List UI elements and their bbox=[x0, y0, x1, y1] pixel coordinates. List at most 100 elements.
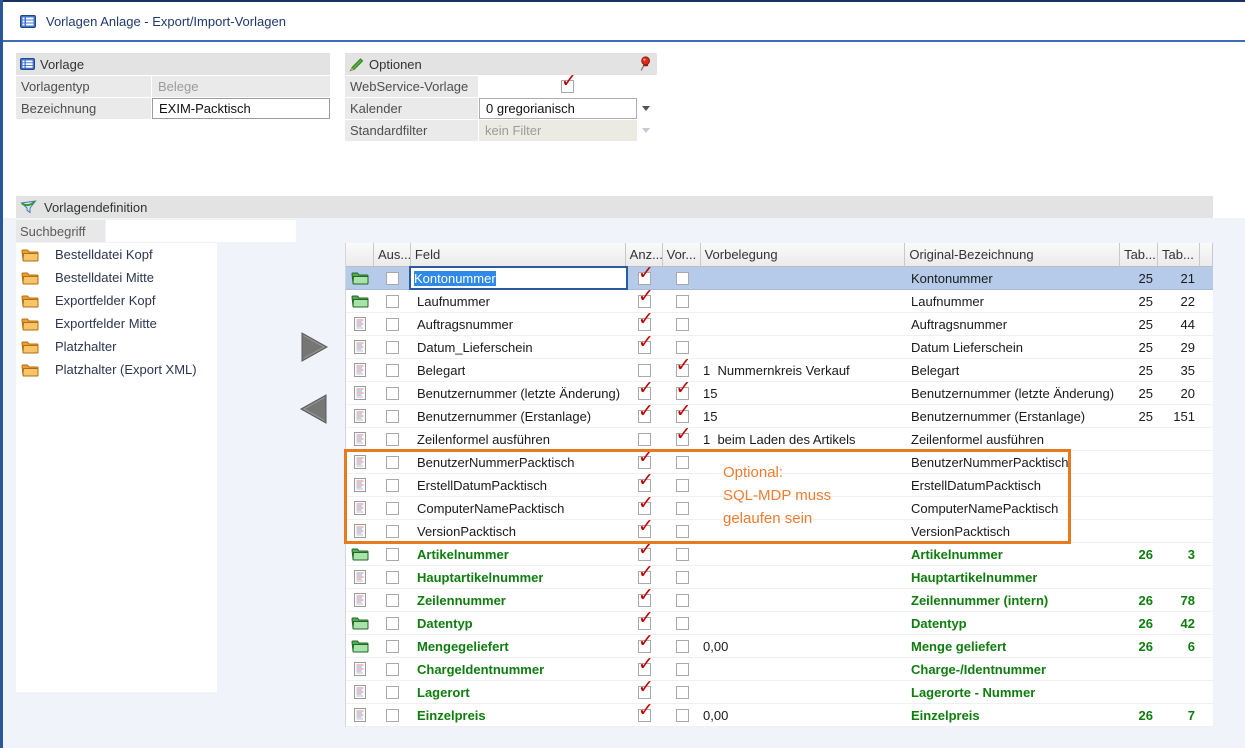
anz-checkbox[interactable]: ✓ bbox=[638, 479, 651, 492]
table-row[interactable]: Belegart✓1 Nummernkreis VerkaufBelegart2… bbox=[346, 359, 1213, 382]
column-header-tab2[interactable]: Tab... bbox=[1158, 243, 1200, 266]
feld-cell[interactable]: Mengegeliefert bbox=[411, 635, 626, 657]
aus-checkbox[interactable] bbox=[386, 686, 399, 699]
anz-checkbox[interactable] bbox=[638, 364, 651, 377]
aus-checkbox[interactable] bbox=[386, 272, 399, 285]
table-row[interactable]: Lagerort✓Lagerorte - Nummer bbox=[346, 681, 1213, 704]
vor-checkbox[interactable] bbox=[676, 525, 689, 538]
folder-list-item[interactable]: Bestelldatei Mitte bbox=[16, 266, 217, 289]
aus-checkbox[interactable] bbox=[386, 502, 399, 515]
feld-cell[interactable]: Artikelnummer bbox=[411, 543, 626, 565]
aus-checkbox[interactable] bbox=[386, 640, 399, 653]
feld-cell[interactable]: Datum_Lieferschein bbox=[411, 336, 626, 358]
aus-checkbox[interactable] bbox=[386, 318, 399, 331]
table-row[interactable]: Artikelnummer✓Artikelnummer263 bbox=[346, 543, 1213, 566]
feld-cell[interactable]: Zeilennummer bbox=[411, 589, 626, 611]
column-header-icon[interactable] bbox=[346, 243, 374, 266]
feld-cell[interactable]: Auftragsnummer bbox=[411, 313, 626, 335]
anz-checkbox[interactable]: ✓ bbox=[638, 272, 651, 285]
vor-checkbox[interactable] bbox=[676, 686, 689, 699]
aus-checkbox[interactable] bbox=[386, 525, 399, 538]
vor-checkbox[interactable] bbox=[676, 571, 689, 584]
suchbegriff-input[interactable] bbox=[106, 220, 296, 242]
vor-checkbox[interactable] bbox=[676, 295, 689, 308]
vor-checkbox[interactable]: ✓ bbox=[676, 364, 689, 377]
anz-checkbox[interactable]: ✓ bbox=[638, 387, 651, 400]
anz-checkbox[interactable]: ✓ bbox=[638, 663, 651, 676]
anz-checkbox[interactable]: ✓ bbox=[638, 341, 651, 354]
aus-checkbox[interactable] bbox=[386, 341, 399, 354]
feld-cell[interactable]: ErstellDatumPacktisch bbox=[411, 474, 626, 496]
table-row[interactable]: Hauptartikelnummer✓Hauptartikelnummer bbox=[346, 566, 1213, 589]
vor-checkbox[interactable] bbox=[676, 640, 689, 653]
anz-checkbox[interactable]: ✓ bbox=[638, 709, 651, 722]
table-row[interactable]: Datum_Lieferschein✓Datum Lieferschein252… bbox=[346, 336, 1213, 359]
table-row[interactable]: Einzelpreis✓0,00Einzelpreis267 bbox=[346, 704, 1213, 727]
column-header-tab1[interactable]: Tab... bbox=[1120, 243, 1158, 266]
bezeichnung-input[interactable] bbox=[159, 101, 329, 116]
webservice-checkbox[interactable]: ✓ bbox=[561, 80, 574, 93]
feld-cell[interactable]: Belegart bbox=[411, 359, 626, 381]
table-row[interactable]: Mengegeliefert✓0,00Menge geliefert266 bbox=[346, 635, 1213, 658]
anz-checkbox[interactable]: ✓ bbox=[638, 617, 651, 630]
vor-checkbox[interactable] bbox=[676, 594, 689, 607]
vor-checkbox[interactable]: ✓ bbox=[676, 387, 689, 400]
pushpin-icon[interactable] bbox=[638, 56, 651, 75]
anz-checkbox[interactable]: ✓ bbox=[638, 318, 651, 331]
table-row[interactable]: Auftragsnummer✓Auftragsnummer2544 bbox=[346, 313, 1213, 336]
aus-checkbox[interactable] bbox=[386, 364, 399, 377]
vor-checkbox[interactable] bbox=[676, 709, 689, 722]
anz-checkbox[interactable]: ✓ bbox=[638, 525, 651, 538]
anz-checkbox[interactable]: ✓ bbox=[638, 410, 651, 423]
move-right-button[interactable] bbox=[298, 331, 330, 363]
table-row[interactable]: Laufnummer✓Laufnummer2522 bbox=[346, 290, 1213, 313]
anz-checkbox[interactable]: ✓ bbox=[638, 456, 651, 469]
table-row[interactable]: Kontonummer✓Kontonummer2521 bbox=[346, 267, 1213, 290]
vor-checkbox[interactable] bbox=[676, 617, 689, 630]
feld-cell[interactable]: ComputerNamePacktisch bbox=[411, 497, 626, 519]
feld-cell[interactable]: Hauptartikelnummer bbox=[411, 566, 626, 588]
aus-checkbox[interactable] bbox=[386, 410, 399, 423]
vor-checkbox[interactable] bbox=[676, 272, 689, 285]
aus-checkbox[interactable] bbox=[386, 571, 399, 584]
aus-checkbox[interactable] bbox=[386, 548, 399, 561]
table-row[interactable]: ChargeIdentnummer✓Charge-/Identnummer bbox=[346, 658, 1213, 681]
vor-checkbox[interactable] bbox=[676, 341, 689, 354]
feld-cell[interactable]: Datentyp bbox=[411, 612, 626, 634]
feld-cell[interactable]: Kontonummer bbox=[411, 267, 626, 289]
folder-list-item[interactable]: Platzhalter (Export XML) bbox=[16, 358, 217, 381]
table-row[interactable]: Datentyp✓Datentyp2642 bbox=[346, 612, 1213, 635]
folder-list-item[interactable]: Bestelldatei Kopf bbox=[16, 243, 217, 266]
suchbegriff-field[interactable] bbox=[106, 220, 296, 242]
vor-checkbox[interactable] bbox=[676, 318, 689, 331]
anz-checkbox[interactable]: ✓ bbox=[638, 571, 651, 584]
anz-checkbox[interactable] bbox=[638, 433, 651, 446]
vor-checkbox[interactable]: ✓ bbox=[676, 410, 689, 423]
vor-checkbox[interactable] bbox=[676, 548, 689, 561]
table-row[interactable]: Zeilennummer✓Zeilennummer (intern)2678 bbox=[346, 589, 1213, 612]
feld-cell[interactable]: Zeilenformel ausführen bbox=[411, 428, 626, 450]
vor-checkbox[interactable] bbox=[676, 479, 689, 492]
feld-cell[interactable]: VersionPacktisch bbox=[411, 520, 626, 542]
aus-checkbox[interactable] bbox=[386, 594, 399, 607]
table-row[interactable]: Zeilenformel ausführen✓1 beim Laden des … bbox=[346, 428, 1213, 451]
vor-checkbox[interactable] bbox=[676, 456, 689, 469]
aus-checkbox[interactable] bbox=[386, 663, 399, 676]
feld-cell[interactable]: Benutzernummer (letzte Änderung) bbox=[411, 382, 626, 404]
table-row[interactable]: Benutzernummer (Erstanlage)✓✓15Benutzern… bbox=[346, 405, 1213, 428]
anz-checkbox[interactable]: ✓ bbox=[638, 640, 651, 653]
aus-checkbox[interactable] bbox=[386, 295, 399, 308]
column-header-vor[interactable]: Vor... bbox=[663, 243, 701, 266]
table-row[interactable]: Benutzernummer (letzte Änderung)✓✓15Benu… bbox=[346, 382, 1213, 405]
column-header-orig[interactable]: Original-Bezeichnung bbox=[905, 243, 1120, 266]
column-header-vorb[interactable]: Vorbelegung bbox=[701, 243, 906, 266]
kalender-dropdown-button[interactable] bbox=[637, 98, 654, 119]
folder-list-item[interactable]: Exportfelder Kopf bbox=[16, 289, 217, 312]
aus-checkbox[interactable] bbox=[386, 709, 399, 722]
feld-cell[interactable]: BenutzerNummerPacktisch bbox=[411, 451, 626, 473]
aus-checkbox[interactable] bbox=[386, 387, 399, 400]
feld-cell[interactable]: Laufnummer bbox=[411, 290, 626, 312]
feld-edit-input[interactable]: Kontonummer bbox=[409, 266, 628, 290]
feld-cell[interactable]: Benutzernummer (Erstanlage) bbox=[411, 405, 626, 427]
aus-checkbox[interactable] bbox=[386, 479, 399, 492]
